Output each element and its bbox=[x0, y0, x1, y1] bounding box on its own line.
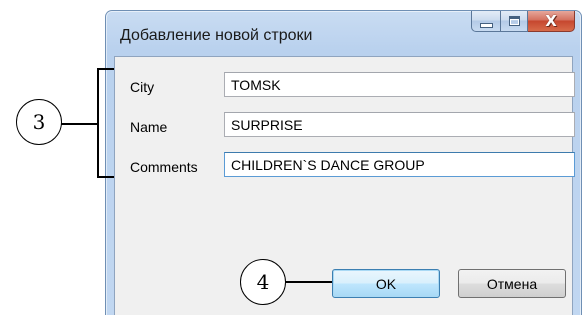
title-bar[interactable]: Добавление новой строки X bbox=[106, 11, 581, 49]
ok-callout-marker: 4 bbox=[240, 259, 286, 305]
ok-callout-leader bbox=[285, 281, 332, 283]
fields-callout-leader bbox=[60, 123, 98, 125]
fields-callout-marker: 3 bbox=[16, 99, 62, 145]
close-button[interactable]: X bbox=[528, 11, 575, 32]
maximize-icon bbox=[508, 16, 520, 26]
name-label: Name bbox=[130, 119, 168, 135]
minimize-button[interactable] bbox=[471, 11, 500, 32]
city-field[interactable]: TOMSK bbox=[224, 72, 575, 97]
dialog-title: Добавление новой строки bbox=[120, 27, 313, 44]
ok-button[interactable]: OK bbox=[332, 269, 440, 298]
caption-buttons: X bbox=[471, 11, 575, 33]
comments-field[interactable]: CHILDREN`S DANCE GROUP bbox=[224, 152, 575, 177]
minimize-icon bbox=[479, 22, 493, 28]
close-icon: X bbox=[545, 11, 557, 30]
comments-label: Comments bbox=[130, 159, 198, 175]
name-field[interactable]: SURPRISE bbox=[224, 112, 575, 137]
dialog-window: Добавление новой строки X City TOMSK Nam… bbox=[105, 10, 582, 315]
maximize-button[interactable] bbox=[500, 11, 528, 32]
fields-bracket-top bbox=[97, 68, 114, 70]
dialog-client-area: City TOMSK Name SURPRISE Comments CHILDR… bbox=[114, 56, 575, 315]
city-label: City bbox=[130, 79, 155, 95]
fields-bracket-bottom bbox=[97, 176, 114, 178]
cancel-button[interactable]: Отмена bbox=[458, 269, 566, 298]
